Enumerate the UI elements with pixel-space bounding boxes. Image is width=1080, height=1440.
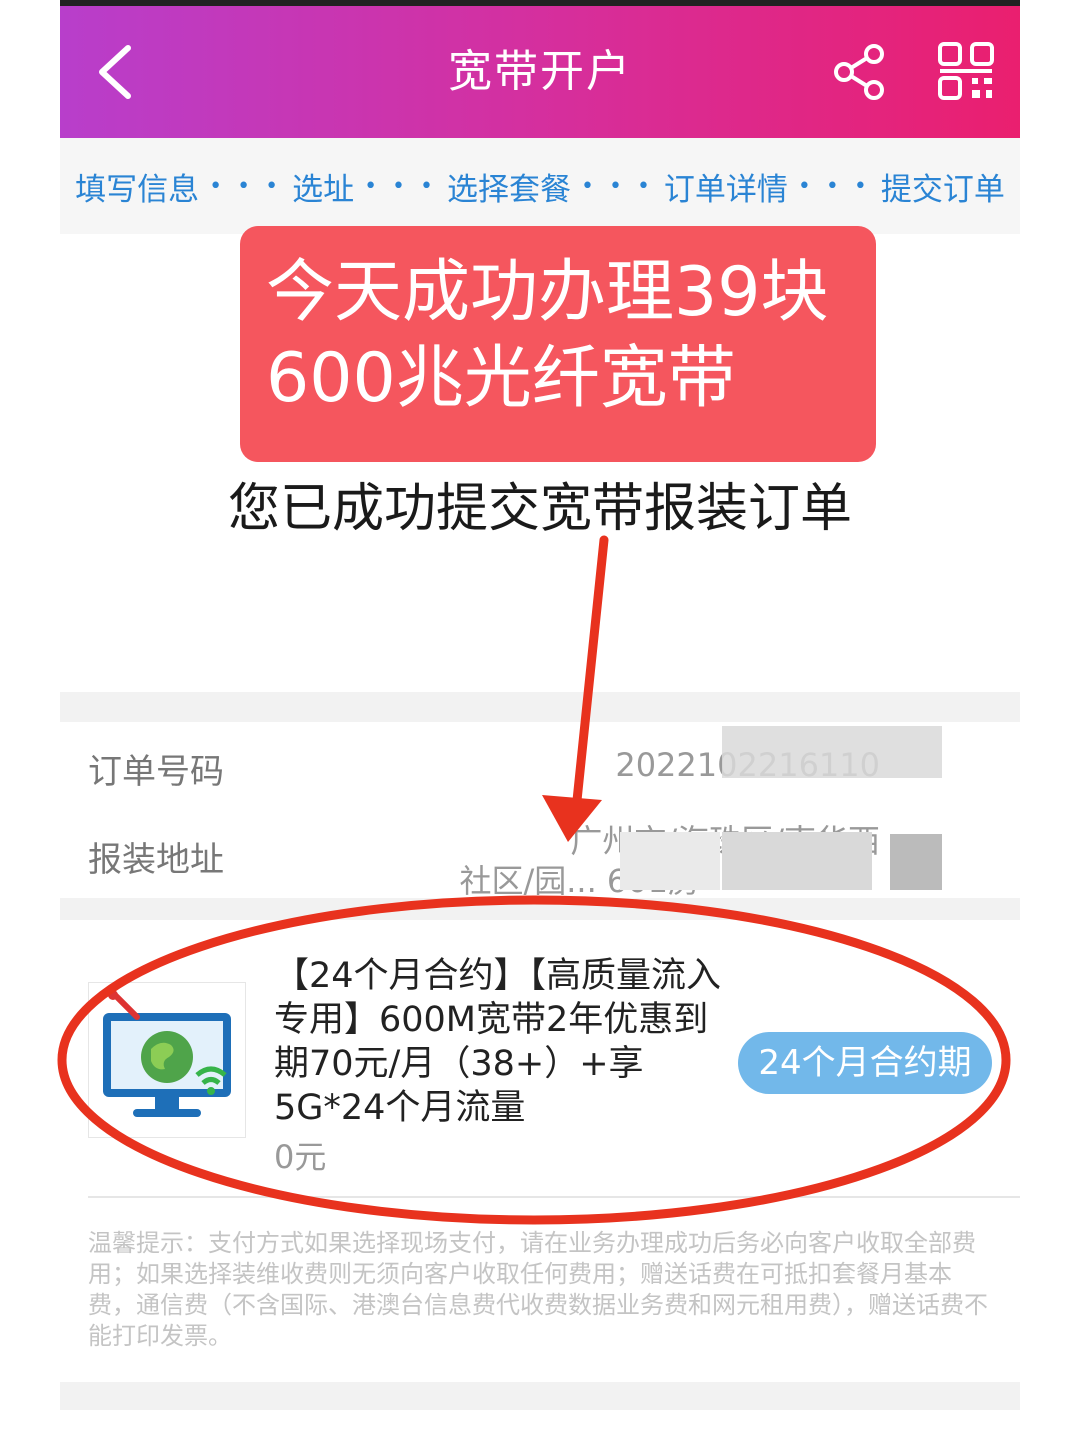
share-button[interactable] — [830, 42, 890, 102]
section-divider — [60, 898, 1020, 920]
status-strip — [60, 0, 1020, 6]
share-icon — [834, 44, 884, 100]
progress-steps: 填写信息 • • • 选址 • • • 选择套餐 • • • 订单详情 • • … — [60, 138, 1020, 234]
warm-tip: 温馨提示：支付方式如果选择现场支付，请在业务办理成功后务必向客户收取全部费用；如… — [88, 1229, 988, 1350]
promo-banner: 今天成功办理39块 600兆光纤宽带 — [240, 226, 876, 462]
qr-code-button[interactable] — [936, 40, 996, 102]
computer-globe-icon — [103, 990, 231, 1117]
step-separator: • • • — [364, 173, 437, 199]
header-bar: 宽带开户 — [60, 0, 1020, 138]
package-image — [88, 982, 246, 1138]
step-select-package: 选择套餐 — [447, 171, 571, 208]
step-submit-order: 提交订单 — [880, 171, 1005, 208]
app-screen: 宽带开户 填写信息 • • • 选址 • • • 选择套餐 • • • 订单详情… — [60, 0, 1020, 1440]
contract-badge: 24个月合约期 — [738, 1032, 992, 1094]
step-order-details: 订单详情 — [663, 171, 788, 208]
step-separator: • • • — [209, 173, 283, 199]
section-divider — [60, 692, 1020, 722]
package-price: 0元 — [274, 1138, 327, 1176]
redaction-blur — [722, 832, 872, 890]
success-message: 您已成功提交宽带报装订单 — [227, 479, 852, 539]
redaction-blur — [620, 832, 720, 890]
promo-line-2: 600兆光纤宽带 — [266, 339, 736, 418]
redaction-blur — [890, 834, 942, 890]
address-label: 报装地址 — [88, 840, 224, 880]
order-info: 订单号码 2022102216110 报装地址 广州市/海珠区/南华西 社区/园… — [60, 722, 1020, 900]
step-separator: • • • — [797, 173, 871, 199]
success-section: 今天成功办理39块 600兆光纤宽带 您已成功提交宽带报装订单 — [60, 226, 1020, 692]
qr-code-icon — [938, 42, 994, 100]
promo-line-1: 今天成功办理39块 — [266, 253, 829, 332]
package-divider — [88, 1196, 1020, 1198]
package-card[interactable]: 【24个月合约】【高质量流入专用】600M宽带2年优惠到期70元/月（38+）+… — [60, 920, 1020, 1200]
redaction-blur — [722, 726, 942, 778]
step-select-address: 选址 — [292, 171, 355, 208]
package-name: 【24个月合约】【高质量流入专用】600M宽带2年优惠到期70元/月（38+）+… — [274, 956, 722, 1128]
order-number-label: 订单号码 — [88, 752, 224, 792]
bottom-divider — [60, 1382, 1020, 1410]
step-separator: • • • — [581, 173, 654, 199]
step-fill-info: 填写信息 — [75, 171, 200, 208]
